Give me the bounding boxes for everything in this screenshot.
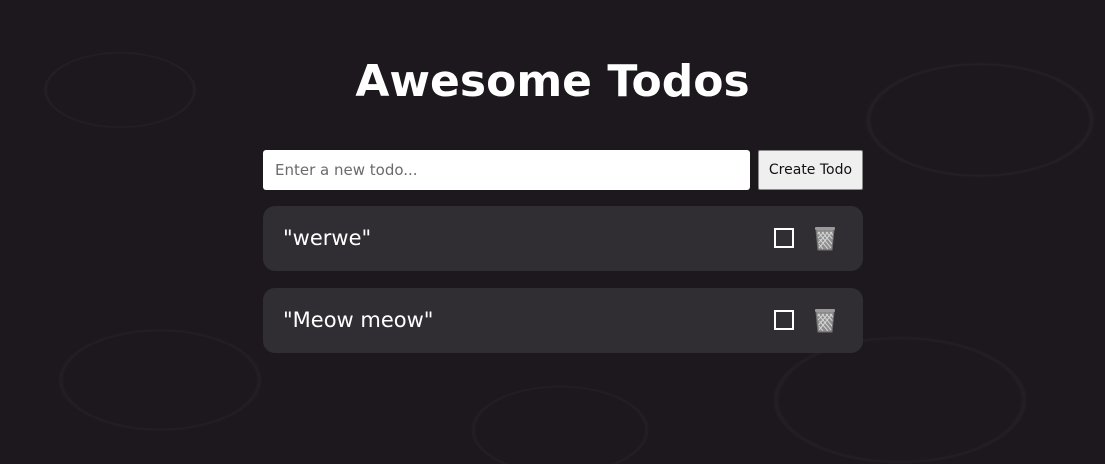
todo-item: "Meow meow" [263,288,863,353]
todo-list: "werwe" "Meow meow" [263,206,863,370]
todo-checkbox[interactable] [774,228,794,248]
trash-icon[interactable] [811,224,839,252]
todo-checkbox[interactable] [774,310,794,330]
new-todo-form: Create Todo [263,150,863,190]
todo-text: "werwe" [283,226,372,250]
page-title: Awesome Todos [355,56,750,107]
new-todo-input[interactable] [263,150,750,190]
trash-icon[interactable] [811,306,839,334]
todo-text: "Meow meow" [283,308,434,332]
todo-item: "werwe" [263,206,863,271]
create-todo-button[interactable]: Create Todo [758,150,863,190]
